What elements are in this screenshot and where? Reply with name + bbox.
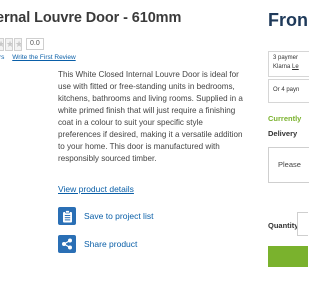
installments-option[interactable]: Or 4 payn — [268, 79, 309, 103]
star-icon: ★ — [0, 38, 4, 51]
klarna-brand: Klarna — [273, 64, 293, 70]
star-icon: ★ — [14, 38, 22, 51]
save-to-project-list-label: Save to project list — [84, 211, 154, 221]
star-icon: ★ — [5, 38, 13, 51]
installments-text: Or 4 payn — [273, 87, 300, 93]
availability-status: Currently — [268, 114, 302, 123]
share-icon — [58, 235, 76, 253]
write-review-link[interactable]: Write the First Review — [12, 54, 75, 61]
add-to-basket-button[interactable] — [268, 246, 308, 267]
klarna-line2: Klarna Le — [273, 64, 299, 70]
share-product-label: Share product — [84, 239, 138, 249]
klarna-learn-more-link[interactable]: Le — [292, 64, 299, 70]
rating-score: 0.0 — [26, 38, 44, 50]
reviews-count: rs — [0, 54, 5, 61]
delivery-select-value: Please — [278, 160, 301, 169]
delivery-select[interactable]: Please — [268, 147, 309, 183]
price-from-label: Fron — [268, 10, 308, 30]
share-product-button[interactable]: Share product — [58, 234, 137, 254]
save-to-project-list-button[interactable]: Save to project list — [58, 206, 153, 226]
star-rating: ★ ★ ★ — [0, 38, 22, 51]
view-product-details-link[interactable]: View product details — [58, 184, 134, 194]
quantity-input[interactable] — [297, 212, 308, 236]
product-title: ernal Louvre Door - 610mm — [0, 10, 182, 26]
klarna-payment-option[interactable]: 3 paymer Klarna Le — [268, 51, 309, 77]
clipboard-icon — [58, 207, 76, 225]
product-page: ernal Louvre Door - 610mm ★ ★ ★ 0.0 rs W… — [0, 0, 309, 300]
product-description: This White Closed Internal Louvre Door i… — [58, 70, 243, 163]
reviews-line: rs Write the First Review — [0, 54, 76, 61]
delivery-label: Delivery — [268, 129, 298, 138]
quantity-label: Quantity: — [268, 221, 301, 230]
klarna-line1: 3 paymer — [273, 55, 299, 61]
